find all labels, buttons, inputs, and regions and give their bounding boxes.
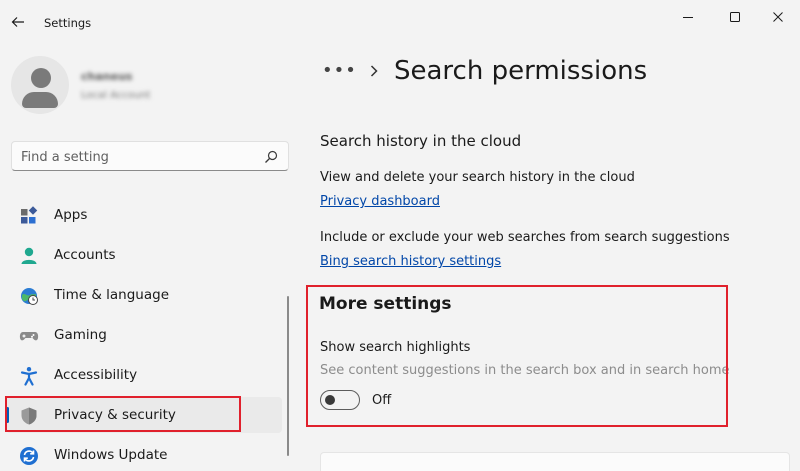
sidebar-scrollbar[interactable] xyxy=(287,296,289,456)
sidebar-item-windows-update[interactable]: Windows Update xyxy=(6,437,282,471)
include-exclude-text: Include or exclude your web searches fro… xyxy=(320,230,730,245)
page-title: Search permissions xyxy=(394,56,648,86)
sidebar-item-apps[interactable]: Apps xyxy=(6,197,282,233)
more-settings-highlight xyxy=(306,285,728,427)
sidebar-item-accounts[interactable]: Accounts xyxy=(6,237,282,273)
sidebar-item-label: Time & language xyxy=(54,287,170,303)
accounts-icon xyxy=(21,247,37,264)
bing-history-settings-link[interactable]: Bing search history settings xyxy=(320,254,501,269)
sidebar-item-accessibility[interactable]: Accessibility xyxy=(6,357,282,393)
sidebar-item-label: Windows Update xyxy=(54,447,168,463)
gaming-icon xyxy=(19,332,39,341)
view-delete-history-text: View and delete your search history in t… xyxy=(320,170,635,185)
maximize-icon xyxy=(730,12,740,22)
profile-name: chaneus xyxy=(81,70,133,83)
time-language-icon xyxy=(21,288,38,305)
profile-account-type: Local Account xyxy=(81,90,151,101)
windows-update-icon xyxy=(20,447,38,465)
maximize-button[interactable] xyxy=(715,6,755,28)
sidebar-item-label: Apps xyxy=(54,207,88,223)
minimize-icon xyxy=(683,17,693,18)
breadcrumb-more-button[interactable]: ••• xyxy=(322,60,357,81)
apps-icon xyxy=(21,206,38,224)
cloud-history-heading: Search history in the cloud xyxy=(320,132,522,150)
close-button[interactable] xyxy=(758,6,798,28)
privacy-dashboard-link[interactable]: Privacy dashboard xyxy=(320,194,440,209)
sidebar-item-time-language[interactable]: Time & language xyxy=(6,277,282,313)
search-box xyxy=(11,141,289,171)
app-title: Settings xyxy=(44,16,92,30)
sidebar-item-label: Accessibility xyxy=(54,367,138,383)
settings-window: Settings chaneus Local Account Find a se… xyxy=(0,0,800,471)
sidebar-item-gaming[interactable]: Gaming xyxy=(6,317,282,353)
title-bar: Settings xyxy=(0,0,800,46)
accessibility-icon xyxy=(20,367,38,386)
chevron-right-icon xyxy=(370,65,378,77)
back-arrow-icon xyxy=(11,17,24,27)
search-input[interactable] xyxy=(21,148,251,166)
back-button[interactable] xyxy=(6,10,30,34)
minimize-button[interactable] xyxy=(668,6,708,28)
sidebar-item-label: Accounts xyxy=(54,247,116,263)
close-icon xyxy=(773,12,783,22)
avatar xyxy=(11,56,69,114)
privacy-security-highlight xyxy=(5,396,241,432)
sidebar-item-label: Gaming xyxy=(54,327,107,343)
next-settings-card xyxy=(320,452,790,471)
search-icon[interactable] xyxy=(264,150,278,164)
